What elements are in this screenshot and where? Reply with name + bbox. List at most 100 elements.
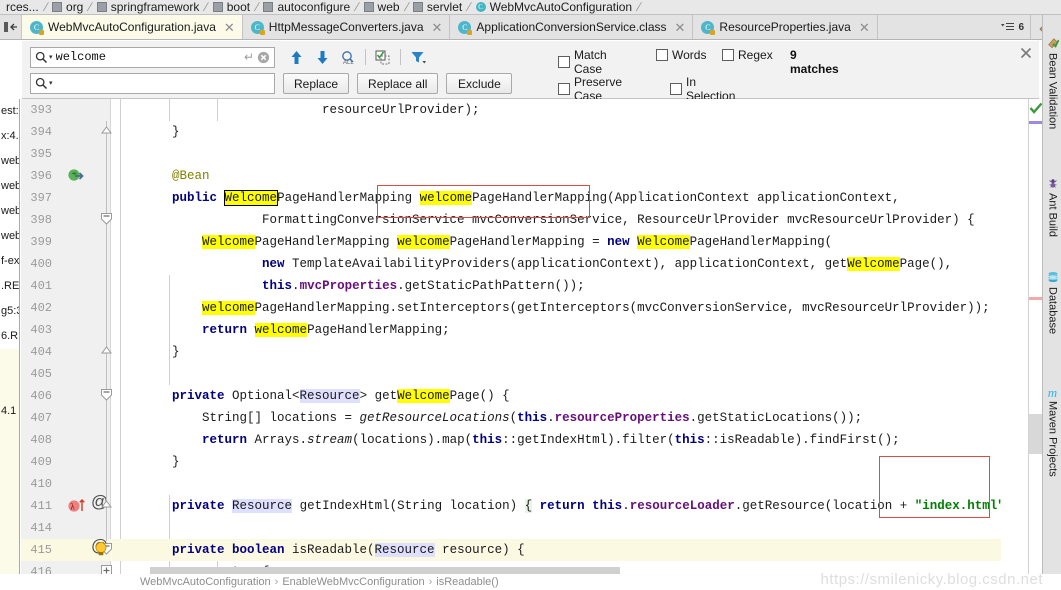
breadcrumb-label: org: [66, 0, 84, 14]
editor-tab-3[interactable]: C ResourceProperties.java ✕: [693, 15, 878, 39]
breadcrumb-separator: ›: [274, 576, 279, 588]
match-case-checkbox[interactable]: Match Case: [558, 48, 607, 76]
breadcrumb-item-3[interactable]: boot: [211, 0, 252, 14]
breadcrumb-item-6[interactable]: servlet: [411, 0, 464, 14]
line-number: 415: [30, 543, 52, 557]
checkbox-box: [670, 83, 682, 95]
close-icon[interactable]: ✕: [859, 21, 870, 34]
error-stripe-marker-bar[interactable]: [1028, 99, 1043, 574]
horizontal-scrollbar[interactable]: [150, 567, 620, 574]
class-icon: C: [475, 2, 486, 12]
find-replace-panel: ▾ welcome ↵ ALL Match Case Words Regex 9…: [22, 41, 1039, 103]
regex-checkbox[interactable]: Regex: [722, 48, 773, 62]
close-icon[interactable]: ✕: [675, 21, 686, 34]
replace-all-button[interactable]: Replace all: [357, 73, 439, 94]
words-checkbox[interactable]: Words: [656, 48, 706, 62]
editor-tab-0[interactable]: C WebMvcAutoConfiguration.java ✕: [22, 15, 243, 39]
search-history-chevron-icon[interactable]: ▾: [49, 53, 53, 62]
replace-all-button-label: Replace all: [368, 76, 428, 91]
tool-window-database[interactable]: Database: [1043, 267, 1061, 334]
editor-tab-1[interactable]: C HttpMessageConverters.java ✕: [242, 15, 451, 39]
replace-row: ▾ Replace Replace all Exclude Preserve C…: [30, 73, 735, 103]
code-line-401: this.mvcProperties.getStaticPathPattern(…: [262, 279, 585, 293]
find-all-button[interactable]: ALL: [335, 46, 361, 68]
checkbox-label: Regex: [738, 48, 773, 62]
code-line-404: }: [112, 345, 180, 359]
bottom-breadcrumb-item-0[interactable]: WebMvcAutoConfiguration: [140, 576, 271, 588]
vertical-scrollbar-thumb[interactable]: [1029, 414, 1042, 454]
tab-overflow-count: 6: [1018, 21, 1024, 33]
breadcrumb-separator: ›: [428, 576, 433, 588]
java-class-icon: C: [458, 20, 473, 35]
package-icon: [52, 2, 63, 12]
breadcrumb-item-4[interactable]: autoconfigure: [261, 0, 352, 14]
replace-history-chevron-icon[interactable]: ▾: [49, 79, 53, 88]
breadcrumb-label: web: [377, 0, 400, 14]
code-line-393: resourceUrlProvider);: [112, 103, 480, 117]
bottom-breadcrumb-item-1[interactable]: EnableWebMvcConfiguration: [282, 576, 424, 588]
find-previous-button[interactable]: [283, 46, 309, 68]
close-icon[interactable]: ✕: [224, 21, 235, 34]
maven-icon: m: [1047, 385, 1058, 400]
line-number: 398: [30, 213, 52, 227]
line-number: 414: [30, 521, 52, 535]
breadcrumb-item-0[interactable]: rces...: [4, 0, 41, 14]
replace-button[interactable]: Replace: [283, 73, 350, 94]
find-all-icon: ALL: [342, 50, 354, 65]
tool-window-label: Ant Build: [1046, 193, 1059, 238]
svg-text:ALL: ALL: [343, 60, 354, 65]
tool-window-bean-validation[interactable]: Bean Validation: [1043, 33, 1061, 129]
package-icon: [96, 2, 107, 12]
exclude-button[interactable]: Exclude: [446, 73, 513, 94]
line-number: 402: [30, 301, 52, 315]
select-all-occurrences-button[interactable]: [370, 46, 396, 68]
code-line-398: FormattingConversionService mvcConversio…: [112, 213, 975, 227]
package-icon: [363, 2, 374, 12]
lambda-icon[interactable]: λ: [67, 497, 85, 515]
right-tool-window-bar: Bean Validation Ant Build Database m Mav…: [1042, 15, 1061, 590]
checkbox-label: Words: [672, 48, 707, 62]
clear-icon[interactable]: [257, 51, 270, 64]
close-icon[interactable]: ✕: [432, 21, 443, 34]
stripe-marker-warning[interactable]: [1029, 297, 1042, 300]
breadcrumb-label: boot: [226, 0, 251, 14]
code-line-402: welcomePageHandlerMapping.setInterceptor…: [202, 301, 990, 315]
editor-tab-2[interactable]: C ApplicationConversionService.class ✕: [450, 15, 694, 39]
breadcrumb-item-2[interactable]: springframework: [95, 0, 202, 14]
tab-label: WebMvcAutoConfiguration.java: [48, 20, 216, 34]
stripe-marker-usage[interactable]: [1029, 121, 1042, 124]
find-next-button[interactable]: [309, 46, 335, 68]
bean-override-icon[interactable]: [67, 167, 85, 185]
breadcrumb-label: springframework: [110, 0, 200, 14]
fold-guide-line: [106, 121, 107, 541]
tool-window-ant-build[interactable]: Ant Build: [1043, 173, 1061, 237]
code-line-397: public WelcomePageHandlerMapping welcome…: [112, 190, 900, 206]
inspection-ok-checkmark-icon[interactable]: [1029, 102, 1043, 115]
breadcrumb-item-5[interactable]: web: [362, 0, 402, 14]
code-editor[interactable]: est: x:4.3 web: web: webr webr f-ex .RE …: [0, 99, 1061, 590]
filter-button[interactable]: [405, 46, 431, 68]
line-number: 409: [30, 455, 52, 469]
tool-window-label: Database: [1046, 287, 1059, 335]
search-input[interactable]: ▾ welcome ↵: [30, 46, 275, 68]
bottom-breadcrumb-item-2[interactable]: isReadable(): [436, 576, 498, 588]
breadcrumb-item-7[interactable]: C WebMvcAutoConfiguration: [474, 0, 635, 14]
tool-window-maven-projects[interactable]: m Maven Projects: [1043, 381, 1061, 477]
code-text-area[interactable]: resourceUrlProvider); } @Bean public Wel…: [112, 99, 1001, 574]
code-line-394: }: [112, 125, 180, 139]
line-number: 404: [30, 345, 52, 359]
arrow-down-icon: [317, 50, 327, 64]
code-line-411: private Resource getIndexHtml(String loc…: [112, 495, 1001, 517]
close-find-panel-button[interactable]: [1019, 46, 1033, 60]
line-number: 406: [30, 389, 52, 403]
code-line-407: String[] locations = getResourceLocation…: [112, 411, 863, 425]
tab-list-icon[interactable]: [0, 15, 22, 39]
toolbar-divider: [400, 49, 401, 65]
breadcrumb-item-1[interactable]: org: [50, 0, 85, 14]
replace-input[interactable]: ▾: [30, 73, 275, 94]
code-line-408: return Arrays.stream(locations).map(this…: [202, 433, 900, 447]
intention-bulb-icon[interactable]: [93, 541, 111, 559]
tab-overflow-area[interactable]: 6: [877, 15, 1031, 39]
lambda-glyph: λ: [68, 499, 85, 512]
search-icon: [35, 51, 48, 63]
